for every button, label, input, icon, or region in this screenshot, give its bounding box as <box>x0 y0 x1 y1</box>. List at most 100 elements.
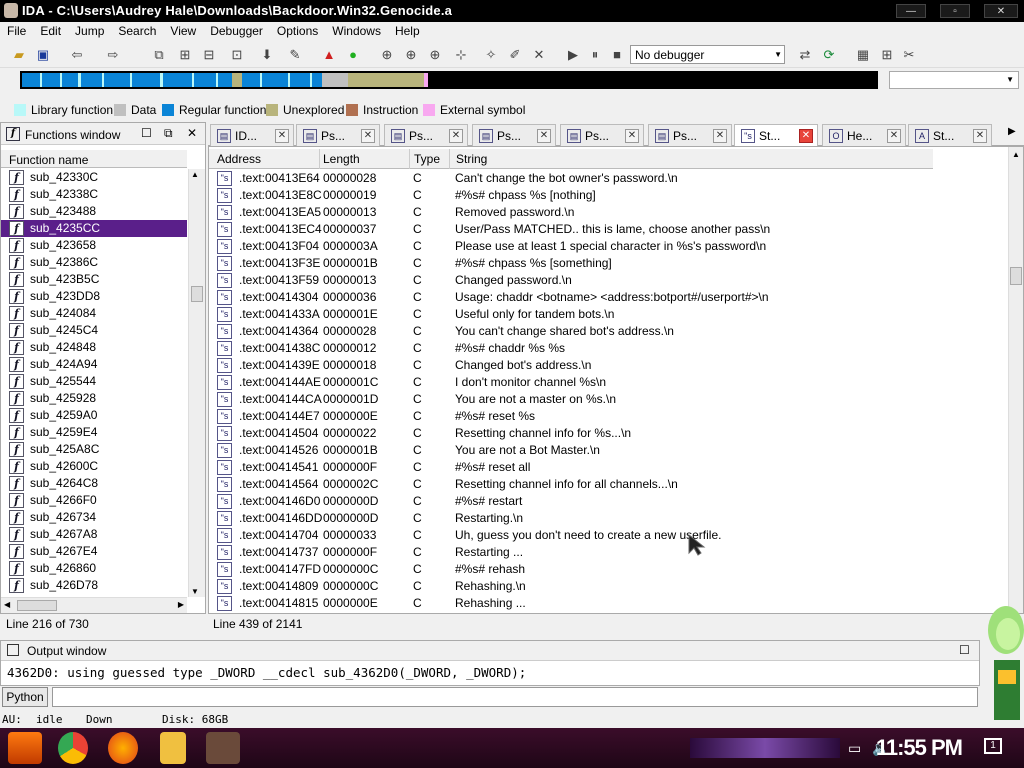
jump-down-icon[interactable]: ⬇ <box>258 46 276 64</box>
column-length[interactable]: Length <box>323 152 360 166</box>
tab-pseudocode[interactable]: ▤ Ps... ✕ <box>472 124 556 146</box>
string-row[interactable]: "s .text:00413F3E 0000001B C #%s# chpass %s … <box>209 255 1007 272</box>
back-icon[interactable]: ⇦ <box>68 46 86 64</box>
delete-icon[interactable]: ✕ <box>530 46 548 64</box>
maximize-button[interactable]: ▫ <box>940 4 970 18</box>
code-icon[interactable]: ⊕ <box>378 46 396 64</box>
menu-windows[interactable]: Windows <box>325 22 388 38</box>
close-tab-icon[interactable]: ✕ <box>275 129 289 143</box>
search-text-icon[interactable]: ⧉ <box>150 46 168 64</box>
minimize-button[interactable]: — <box>896 4 926 18</box>
string-row[interactable]: "s .text:004144E7 0000000E C #%s# reset %s <box>209 408 1007 425</box>
string-row[interactable]: "s .text:00413E64 00000028 C Can't change th… <box>209 170 1007 187</box>
menu-options[interactable]: Options <box>270 22 325 38</box>
tools-icon[interactable]: ✂ <box>900 46 918 64</box>
search-binary-icon[interactable]: ⊞ <box>176 46 194 64</box>
string-row[interactable]: "s .text:0041433A 0000001E C Useful only for… <box>209 306 1007 323</box>
string-row[interactable]: "s .text:00413F04 0000003A C Please use at l… <box>209 238 1007 255</box>
string-row[interactable]: "s .text:00414704 00000033 C Uh, guess you d… <box>209 527 1007 544</box>
string-row[interactable]: "s .text:0041438C 00000012 C #%s# chaddr %s … <box>209 340 1007 357</box>
clock[interactable]: 11:55 PM <box>876 735 963 761</box>
menu-view[interactable]: View <box>163 22 203 38</box>
string-row[interactable]: "s .text:00413F59 00000013 C Changed passwor… <box>209 272 1007 289</box>
switch-debugger-icon[interactable]: ⟳ <box>820 46 838 64</box>
mark-position-icon[interactable]: ✎ <box>286 46 304 64</box>
close-tab-icon[interactable]: ✕ <box>799 129 813 143</box>
string-row[interactable]: "s .text:004144AE 0000001C C I don't monitor… <box>209 374 1007 391</box>
string-row[interactable]: "s .text:00414526 0000001B C You are not a B… <box>209 442 1007 459</box>
function-row[interactable]: f sub_426734 <box>1 509 187 526</box>
rename-icon[interactable]: ✐ <box>506 46 524 64</box>
string-row[interactable]: "s .text:004144CA 0000001D C You are not a m… <box>209 391 1007 408</box>
close-icon[interactable]: ✕ <box>187 126 197 140</box>
firefox-icon[interactable] <box>108 732 138 764</box>
scroll-up-icon[interactable]: ▲ <box>191 170 199 179</box>
close-tab-icon[interactable]: ✕ <box>361 129 375 143</box>
close-tab-icon[interactable]: ✕ <box>625 129 639 143</box>
float-icon[interactable]: ☐ <box>141 126 152 140</box>
tab-pseudocode[interactable]: ▤ Ps... ✕ <box>648 124 732 146</box>
functions-vertical-scrollbar[interactable]: ▲ ▼ <box>188 169 205 597</box>
close-button[interactable]: ✕ <box>984 4 1018 18</box>
function-row[interactable]: f sub_42600C <box>1 458 187 475</box>
chrome-icon[interactable] <box>58 732 88 764</box>
function-row[interactable]: f sub_4264C8 <box>1 475 187 492</box>
tab-pseudocode[interactable]: ▤ Ps... ✕ <box>560 124 644 146</box>
function-row[interactable]: f sub_426860 <box>1 560 187 577</box>
function-row[interactable]: f sub_4267A8 <box>1 526 187 543</box>
navigation-select[interactable]: ▼ <box>889 71 1019 89</box>
column-string[interactable]: String <box>456 152 487 166</box>
function-row[interactable]: f sub_423658 <box>1 237 187 254</box>
string-row[interactable]: "s .text:004146D0 0000000D C #%s# restart <box>209 493 1007 510</box>
close-tab-icon[interactable]: ✕ <box>449 129 463 143</box>
string-row[interactable]: "s .text:004146DD 0000000D C Restarting.\n <box>209 510 1007 527</box>
function-row[interactable]: f sub_4259E4 <box>1 424 187 441</box>
close-tab-icon[interactable]: ✕ <box>713 129 727 143</box>
string-row[interactable]: "s .text:00413E8C 00000019 C #%s# chpass %s … <box>209 187 1007 204</box>
network-icon[interactable]: ▭ <box>848 740 861 757</box>
tab-strings[interactable]: "s St... ✕ <box>734 124 818 147</box>
function-row[interactable]: f sub_42330C <box>1 169 187 186</box>
scroll-thumb[interactable] <box>1010 267 1022 285</box>
debugger-select[interactable]: No debugger ▼ <box>630 45 785 64</box>
function-row[interactable]: f sub_42386C <box>1 254 187 271</box>
run-icon[interactable]: ▶ <box>564 46 582 64</box>
go-icon[interactable]: ● <box>344 46 362 64</box>
string-row[interactable]: "s .text:00414737 0000000F C Restarting ... <box>209 544 1007 561</box>
menu-file[interactable]: File <box>0 22 33 38</box>
pause-icon[interactable]: ⏸ <box>586 46 604 64</box>
array-icon[interactable]: ⊹ <box>452 46 470 64</box>
function-row[interactable]: f sub_424084 <box>1 305 187 322</box>
menu-help[interactable]: Help <box>388 22 427 38</box>
search-next-icon[interactable]: ⊡ <box>228 46 246 64</box>
functions-horizontal-scrollbar[interactable]: ◀ ▶ <box>1 597 187 613</box>
attach-icon[interactable]: ⇄ <box>796 46 814 64</box>
scroll-left-icon[interactable]: ◀ <box>4 600 10 609</box>
forward-icon[interactable]: ⇨ <box>104 46 122 64</box>
string-row[interactable]: "s .text:00414304 00000036 C Usage: chaddr <… <box>209 289 1007 306</box>
function-row[interactable]: f sub_425544 <box>1 373 187 390</box>
app-avatar-icon[interactable] <box>206 732 240 764</box>
menu-search[interactable]: Search <box>111 22 163 38</box>
scroll-thumb[interactable] <box>191 286 203 302</box>
string-row[interactable]: "s .text:00414564 0000002C C Resetting chann… <box>209 476 1007 493</box>
reset-layout-icon[interactable]: ⊞ <box>878 46 896 64</box>
save-icon[interactable]: ▣ <box>34 46 52 64</box>
tab-view[interactable]: ▤ ID... ✕ <box>210 124 294 146</box>
tab-pseudocode[interactable]: ▤ Ps... ✕ <box>384 124 468 146</box>
scroll-right-icon[interactable]: ▶ <box>178 600 184 609</box>
function-row[interactable]: f sub_423DD8 <box>1 288 187 305</box>
start-button-icon[interactable] <box>8 732 42 764</box>
function-row[interactable]: f sub_4267E4 <box>1 543 187 560</box>
string-row[interactable]: "s .text:00414809 0000000C C Rehashing.\n <box>209 578 1007 595</box>
column-function-name[interactable]: Function name <box>1 150 187 168</box>
function-row[interactable]: f sub_4245C4 <box>1 322 187 339</box>
string-row[interactable]: "s .text:00413EA5 00000013 C Removed passwor… <box>209 204 1007 221</box>
float-icon[interactable]: ☐ <box>959 643 970 657</box>
function-row[interactable]: f sub_4235CC <box>1 220 187 237</box>
function-row[interactable]: f sub_4266F0 <box>1 492 187 509</box>
string-row[interactable]: "s .text:0041439E 00000018 C Changed bot's a… <box>209 357 1007 374</box>
column-type[interactable]: Type <box>414 152 440 166</box>
function-row[interactable]: f sub_423488 <box>1 203 187 220</box>
function-row[interactable]: f sub_425A8C <box>1 441 187 458</box>
